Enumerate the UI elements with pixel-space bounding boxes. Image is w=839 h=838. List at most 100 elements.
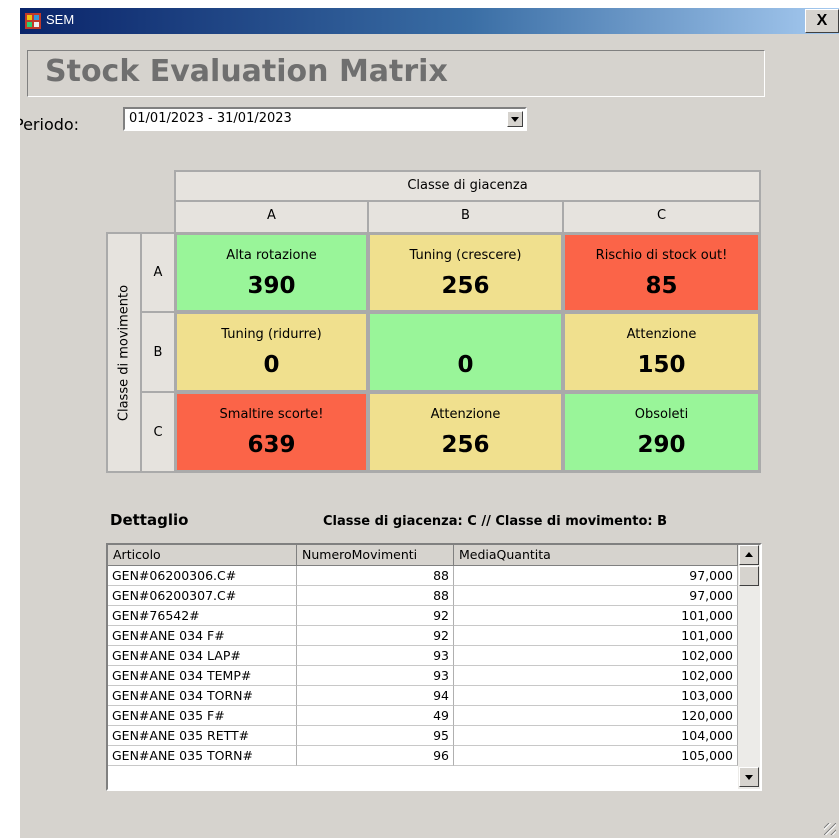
matrix-cell-b-b[interactable]: 0 <box>367 311 564 393</box>
grid-header: Articolo NumeroMovimenti MediaQuantita <box>108 545 738 566</box>
cell-value: 639 <box>247 432 296 458</box>
cell-numero-movimenti: 92 <box>297 626 454 646</box>
cell-value: 290 <box>637 432 686 458</box>
cell-media-quantita: 102,000 <box>454 666 738 686</box>
cell-articolo: GEN#76542# <box>108 606 297 626</box>
cell-value: 0 <box>263 352 280 378</box>
cell-articolo: GEN#ANE 034 TEMP# <box>108 666 297 686</box>
cell-numero-movimenti: 95 <box>297 726 454 746</box>
arrow-up-icon <box>745 552 753 557</box>
row-header-b: B <box>140 311 176 393</box>
detail-title: Dettaglio <box>110 511 189 529</box>
page-title: Stock Evaluation Matrix <box>45 54 448 89</box>
cell-numero-movimenti: 94 <box>297 686 454 706</box>
cell-articolo: GEN#ANE 034 TORN# <box>108 686 297 706</box>
cell-value: 256 <box>441 432 490 458</box>
table-row[interactable]: GEN#ANE 035 RETT# 95 104,000 <box>108 726 738 746</box>
table-row[interactable]: GEN#06200306.C# 88 97,000 <box>108 566 738 586</box>
close-button[interactable]: X <box>805 9 839 33</box>
row-group-label: Classe di movimento <box>116 284 132 421</box>
cell-label: Attenzione <box>626 327 697 342</box>
table-row[interactable]: GEN#ANE 034 TEMP# 93 102,000 <box>108 666 738 686</box>
table-row[interactable]: GEN#ANE 035 TORN# 96 105,000 <box>108 746 738 766</box>
cell-media-quantita: 104,000 <box>454 726 738 746</box>
matrix-cell-b-c[interactable]: Attenzione 150 <box>562 311 761 393</box>
column-header-articolo[interactable]: Articolo <box>108 545 297 566</box>
table-row[interactable]: GEN#06200307.C# 88 97,000 <box>108 586 738 606</box>
cell-value: 390 <box>247 273 296 299</box>
cell-value: 85 <box>645 273 678 299</box>
cell-articolo: GEN#ANE 034 F# <box>108 626 297 646</box>
matrix-cell-c-b[interactable]: Attenzione 256 <box>367 391 564 473</box>
table-row[interactable]: GEN#ANE 034 LAP# 93 102,000 <box>108 646 738 666</box>
table-row[interactable]: GEN#ANE 034 F# 92 101,000 <box>108 626 738 646</box>
grid-body: GEN#06200306.C# 88 97,000 GEN#06200307.C# 88… <box>108 566 738 766</box>
cell-media-quantita: 120,000 <box>454 706 738 726</box>
cell-numero-movimenti: 93 <box>297 666 454 686</box>
matrix-cell-c-c[interactable]: Obsoleti 290 <box>562 391 761 473</box>
cell-numero-movimenti: 96 <box>297 746 454 766</box>
matrix-cell-a-b[interactable]: Tuning (crescere) 256 <box>367 232 564 313</box>
cell-media-quantita: 101,000 <box>454 606 738 626</box>
scroll-down-button[interactable] <box>739 767 759 787</box>
cell-articolo: GEN#ANE 035 TORN# <box>108 746 297 766</box>
cell-media-quantita: 97,000 <box>454 586 738 606</box>
arrow-down-icon <box>745 775 753 780</box>
cell-label: Alta rotazione <box>226 248 317 263</box>
cell-label: Smaltire scorte! <box>219 407 324 422</box>
headline-box: Stock Evaluation Matrix <box>27 50 765 97</box>
dropdown-button[interactable] <box>507 111 523 127</box>
cell-label: Tuning (crescere) <box>409 248 522 263</box>
detail-subtitle: Classe di giacenza: C // Classe di movim… <box>323 514 668 529</box>
cell-media-quantita: 102,000 <box>454 646 738 666</box>
col-header-a: A <box>174 200 369 234</box>
detail-grid[interactable]: Articolo NumeroMovimenti MediaQuantita G… <box>106 543 762 791</box>
table-row[interactable]: GEN#76542# 92 101,000 <box>108 606 738 626</box>
window-title: SEM <box>46 12 75 27</box>
cell-articolo: GEN#06200307.C# <box>108 586 297 606</box>
cell-label: Tuning (ridurre) <box>221 327 322 342</box>
periodo-value: 01/01/2023 - 31/01/2023 <box>129 111 292 126</box>
periodo-label: Periodo: <box>20 115 80 134</box>
cell-numero-movimenti: 88 <box>297 566 454 586</box>
row-header-a: A <box>140 232 176 313</box>
matrix-cell-a-a[interactable]: Alta rotazione 390 <box>174 232 369 313</box>
cell-media-quantita: 101,000 <box>454 626 738 646</box>
cell-value: 256 <box>441 273 490 299</box>
column-header-media-quantita[interactable]: MediaQuantita <box>454 545 738 566</box>
row-header-c: C <box>140 391 176 473</box>
row-group-header: Classe di movimento <box>106 232 142 473</box>
cell-articolo: GEN#ANE 035 F# <box>108 706 297 726</box>
cell-media-quantita: 103,000 <box>454 686 738 706</box>
scroll-up-button[interactable] <box>739 545 759 565</box>
table-row[interactable]: GEN#ANE 035 F# 49 120,000 <box>108 706 738 726</box>
resize-grip-icon[interactable] <box>824 823 836 835</box>
cell-value: 0 <box>457 352 474 378</box>
chevron-down-icon <box>511 117 519 122</box>
cell-articolo: GEN#ANE 035 RETT# <box>108 726 297 746</box>
cell-media-quantita: 105,000 <box>454 746 738 766</box>
matrix-cell-a-c[interactable]: Rischio di stock out! 85 <box>562 232 761 313</box>
cell-numero-movimenti: 92 <box>297 606 454 626</box>
table-row[interactable]: GEN#ANE 034 TORN# 94 103,000 <box>108 686 738 706</box>
cell-articolo: GEN#ANE 034 LAP# <box>108 646 297 666</box>
matrix-cell-b-a[interactable]: Tuning (ridurre) 0 <box>174 311 369 393</box>
periodo-dropdown[interactable]: 01/01/2023 - 31/01/2023 <box>123 107 527 131</box>
cell-value: 150 <box>637 352 686 378</box>
column-header-numero-movimenti[interactable]: NumeroMovimenti <box>297 545 454 566</box>
sem-window: SEM X Stock Evaluation Matrix Periodo: 0… <box>20 8 839 838</box>
col-group-header: Classe di giacenza <box>174 170 761 202</box>
title-bar[interactable]: SEM X <box>20 8 839 34</box>
cell-numero-movimenti: 88 <box>297 586 454 606</box>
cell-label: Rischio di stock out! <box>595 248 728 263</box>
col-header-b: B <box>367 200 564 234</box>
scroll-thumb[interactable] <box>739 566 759 586</box>
cell-label: Obsoleti <box>634 407 689 422</box>
matrix-cell-c-a[interactable]: Smaltire scorte! 639 <box>174 391 369 473</box>
app-icon <box>25 13 41 29</box>
cell-label: Attenzione <box>430 407 501 422</box>
cell-numero-movimenti: 93 <box>297 646 454 666</box>
cell-numero-movimenti: 49 <box>297 706 454 726</box>
cell-media-quantita: 97,000 <box>454 566 738 586</box>
vertical-scrollbar[interactable] <box>738 545 760 789</box>
